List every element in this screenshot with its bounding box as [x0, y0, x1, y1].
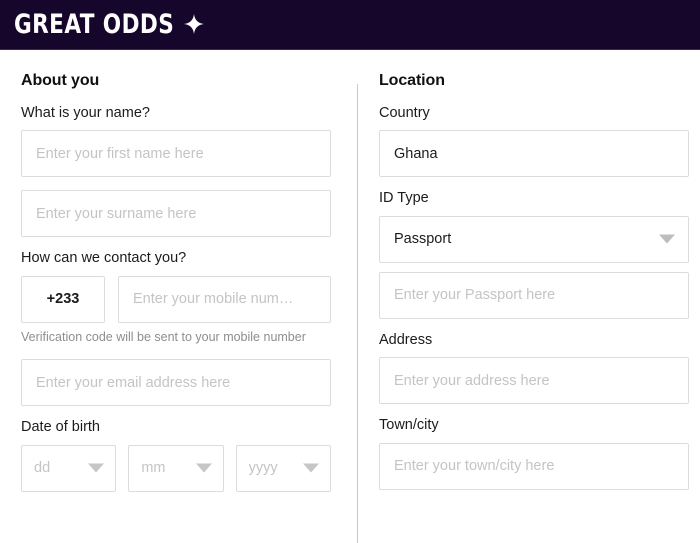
name-field-group: What is your name? Enter your first name…: [21, 105, 331, 178]
dob-day-select[interactable]: dd: [21, 444, 117, 492]
id-number-input[interactable]: Enter your Passport here: [379, 271, 689, 319]
contact-field-group: How can we contact you? +233 Enter your …: [21, 250, 331, 345]
surname-input[interactable]: Enter your surname here: [21, 190, 331, 238]
country-value: Ghana: [394, 145, 438, 162]
dob-year-placeholder: yyyy: [248, 460, 278, 477]
town-label: Town/city: [379, 417, 439, 434]
town-field-group: Town/city Enter your town/city here: [379, 417, 689, 490]
contact-label: How can we contact you?: [21, 250, 187, 267]
first-name-input[interactable]: Enter your first name here: [21, 130, 331, 178]
email-placeholder: Enter your email address here: [36, 374, 231, 391]
name-label: What is your name?: [21, 105, 150, 121]
dob-year-select[interactable]: yyyy: [235, 444, 331, 492]
dob-row: dd mm yyyy: [21, 444, 331, 492]
id-type-field-group: ID Type Passport: [379, 190, 689, 263]
dob-field-group: Date of birth dd mm yyyy: [21, 419, 331, 492]
location-column: Location Country Ghana ID Type Passport …: [358, 50, 700, 543]
first-name-placeholder: Enter your first name here: [36, 145, 204, 162]
email-field-group: Enter your email address here: [21, 359, 331, 407]
country-code-input[interactable]: +233: [21, 275, 105, 323]
about-you-heading: About you: [21, 72, 100, 89]
brand-logo[interactable]: GREAT ODDS: [14, 9, 205, 40]
about-you-column: About you What is your name? Enter your …: [0, 50, 357, 543]
country-code-value: +233: [46, 291, 80, 308]
town-placeholder: Enter your town/city here: [394, 458, 555, 475]
brand-name: GREAT ODDS: [14, 9, 175, 40]
address-input[interactable]: Enter your address here: [379, 357, 689, 405]
location-heading: Location: [379, 72, 445, 89]
town-input[interactable]: Enter your town/city here: [379, 442, 689, 490]
country-label: Country: [379, 105, 430, 121]
mobile-number-placeholder: Enter your mobile num…: [133, 291, 294, 308]
surname-field-group: Enter your surname here: [21, 190, 331, 238]
app-header: GREAT ODDS: [0, 0, 700, 50]
chevron-down-icon: [88, 463, 105, 473]
mobile-number-input[interactable]: Enter your mobile num…: [118, 275, 331, 323]
country-field-group: Country Ghana: [379, 105, 689, 178]
address-placeholder: Enter your address here: [394, 372, 550, 389]
surname-placeholder: Enter your surname here: [36, 205, 197, 222]
id-type-label: ID Type: [379, 190, 429, 207]
phone-row: +233 Enter your mobile num…: [21, 275, 331, 323]
address-label: Address: [379, 331, 433, 348]
chevron-down-icon: [659, 234, 675, 244]
dob-label: Date of birth: [21, 419, 100, 436]
id-type-value: Passport: [394, 231, 452, 248]
id-type-select[interactable]: Passport: [379, 215, 689, 263]
country-input[interactable]: Ghana: [379, 130, 689, 178]
dob-month-placeholder: mm: [141, 460, 166, 477]
email-input[interactable]: Enter your email address here: [21, 359, 331, 407]
verification-help-text: Verification code will be sent to your m…: [21, 329, 306, 344]
dob-day-placeholder: dd: [34, 460, 51, 477]
registration-form: About you What is your name? Enter your …: [0, 50, 700, 543]
id-number-placeholder: Enter your Passport here: [394, 287, 556, 304]
dob-month-select[interactable]: mm: [128, 444, 224, 492]
id-number-field-group: Enter your Passport here: [379, 271, 689, 319]
sparkle-icon: [184, 14, 205, 39]
address-field-group: Address Enter your address here: [379, 331, 689, 405]
chevron-down-icon: [302, 463, 319, 473]
chevron-down-icon: [195, 463, 212, 473]
